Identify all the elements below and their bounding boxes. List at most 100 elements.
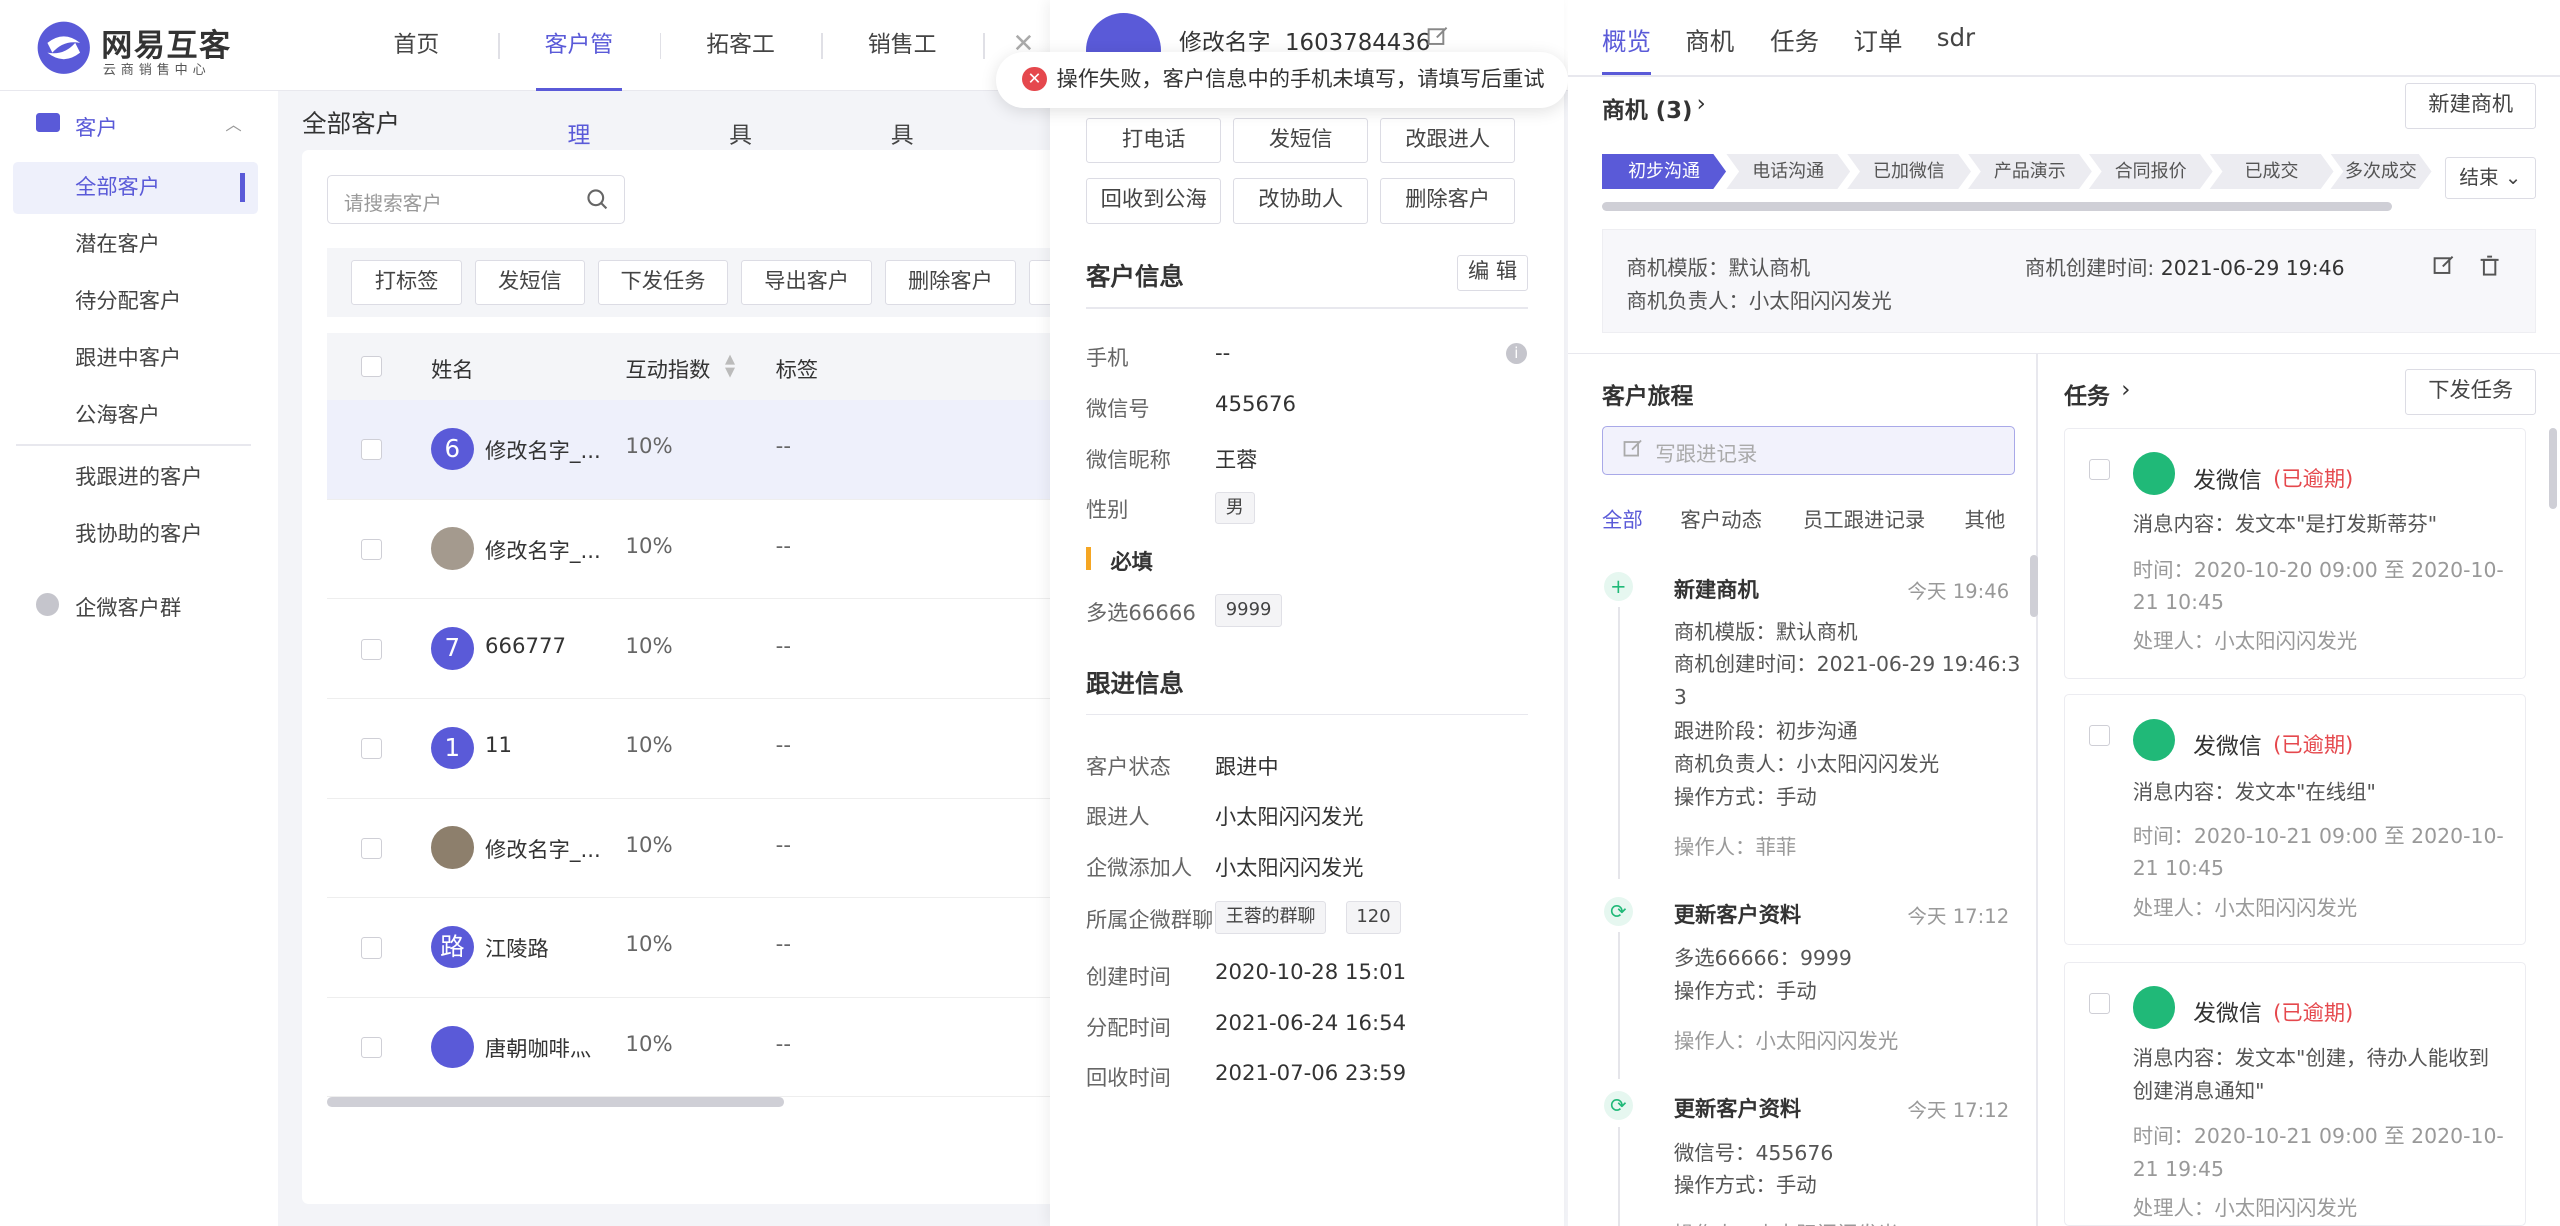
logo[interactable]: 网易互客 云商销售中心 bbox=[36, 16, 248, 78]
stage-demo[interactable]: 产品演示 bbox=[1968, 154, 2092, 190]
nav-home[interactable]: 首页 bbox=[376, 0, 458, 91]
delete-customer-button[interactable]: 删除客户 bbox=[1379, 177, 1516, 224]
task-checkbox[interactable] bbox=[2088, 458, 2110, 481]
row-checkbox[interactable] bbox=[360, 937, 383, 959]
nav-separator bbox=[659, 32, 662, 59]
search-input[interactable]: 请搜索客户 bbox=[326, 174, 626, 224]
column-interaction[interactable]: 互动指数 bbox=[625, 353, 710, 384]
error-icon: ✕ bbox=[1022, 66, 1047, 92]
logo-icon bbox=[37, 21, 90, 74]
stage-repeat[interactable]: 多次成交 bbox=[2330, 154, 2431, 190]
delete-button[interactable]: 删除客户 bbox=[885, 259, 1016, 306]
nav-prospecting-tools[interactable]: 拓客工具 bbox=[696, 0, 786, 149]
timeline-line-text: 多选66666：9999 bbox=[1673, 946, 1852, 971]
timeline-line-text: 跟进阶段：初步沟通 bbox=[1673, 719, 1858, 744]
sidebar-item-potential[interactable]: 潜在客户 bbox=[13, 219, 258, 271]
call-button[interactable]: 打电话 bbox=[1085, 117, 1222, 164]
nav-sales-tools[interactable]: 销售工具 bbox=[857, 0, 947, 149]
stage-wechat[interactable]: 已加微信 bbox=[1847, 154, 1971, 190]
stage-scrollbar[interactable] bbox=[1601, 202, 2393, 211]
search-icon[interactable] bbox=[586, 188, 609, 211]
horizontal-scrollbar[interactable] bbox=[326, 1097, 784, 1108]
chevron-right-icon[interactable]: › bbox=[2121, 377, 2130, 403]
change-assistant-button[interactable]: 改协助人 bbox=[1232, 177, 1369, 224]
avatar: 6 bbox=[431, 427, 474, 471]
filter-other[interactable]: 其他 bbox=[1964, 503, 2005, 533]
write-followup-input[interactable]: 写跟进记录 bbox=[1601, 426, 2016, 476]
change-owner-button[interactable]: 改跟进人 bbox=[1379, 117, 1516, 164]
timeline-operator: 操作人：菲菲 bbox=[1673, 834, 1797, 859]
edit-name-icon[interactable] bbox=[1427, 26, 1448, 47]
chevron-right-icon[interactable]: › bbox=[1697, 91, 1706, 117]
edit-icon[interactable] bbox=[2433, 255, 2454, 276]
customer-name[interactable]: 666777 bbox=[485, 634, 566, 659]
stage-initial[interactable]: 初步沟通 bbox=[1602, 154, 1726, 190]
journey-scrollbar[interactable] bbox=[2029, 555, 2038, 618]
customer-name[interactable]: 唐朝咖啡灬 bbox=[485, 1032, 591, 1063]
tab-tasks[interactable]: 任务 bbox=[1770, 23, 1819, 58]
new-opportunity-button[interactable]: 新建商机 bbox=[2405, 83, 2537, 129]
stage-phone[interactable]: 电话沟通 bbox=[1726, 154, 1850, 190]
overdue-badge: (已逾期) bbox=[2273, 467, 2354, 493]
sidebar-item-following[interactable]: 跟进中客户 bbox=[13, 333, 258, 385]
field-label: 所属企微群聊 bbox=[1085, 908, 1214, 934]
tab-overview[interactable]: 概览 bbox=[1602, 23, 1651, 58]
trash-icon[interactable] bbox=[2479, 255, 2500, 276]
row-checkbox[interactable] bbox=[360, 738, 383, 760]
detail-sms-button[interactable]: 发短信 bbox=[1232, 117, 1369, 164]
nav-customer-management[interactable]: 客户管理 bbox=[535, 0, 623, 149]
tag-button[interactable]: 打标签 bbox=[351, 259, 463, 306]
row-checkbox[interactable] bbox=[360, 538, 383, 561]
sidebar-group-customers[interactable]: 客户 bbox=[75, 111, 304, 147]
field-value: 王蓉 bbox=[1214, 447, 1258, 473]
end-dropdown[interactable]: 结束 ⌄ bbox=[2444, 156, 2537, 200]
column-tags: 标签 bbox=[775, 357, 819, 383]
filter-all[interactable]: 全部 bbox=[1602, 503, 1643, 533]
row-checkbox[interactable] bbox=[360, 638, 383, 660]
task-checkbox[interactable] bbox=[2088, 725, 2110, 747]
sidebar-group-wecom[interactable]: 企微客户群 bbox=[75, 591, 181, 622]
field-label: 多选66666 bbox=[1085, 601, 1196, 627]
filter-staff-followup[interactable]: 员工跟进记录 bbox=[1803, 503, 1925, 533]
tasks-scrollbar[interactable] bbox=[2549, 427, 2558, 510]
filter-customer-activity[interactable]: 客户动态 bbox=[1680, 503, 1762, 533]
new-task-button[interactable]: 下发任务 bbox=[2405, 369, 2537, 415]
customer-name[interactable]: 修改名字_... bbox=[485, 833, 601, 864]
opportunities-title[interactable]: 商机 (3) bbox=[1602, 91, 1692, 125]
row-checkbox[interactable] bbox=[360, 439, 383, 461]
recycle-button[interactable]: 回收到公海 bbox=[1085, 177, 1222, 224]
info-icon[interactable]: i bbox=[1505, 342, 1527, 365]
row-checkbox[interactable] bbox=[360, 837, 383, 859]
sidebar-item-my-assisted[interactable]: 我协助的客户 bbox=[13, 509, 258, 561]
assign-task-button[interactable]: 下发任务 bbox=[597, 259, 729, 306]
sidebar-item-all-customers[interactable]: 全部客户 bbox=[13, 161, 258, 214]
task-time: 时间：2020-10-21 09:00 至 2020-10- bbox=[2132, 823, 2504, 848]
task-checkbox[interactable] bbox=[2088, 992, 2110, 1015]
timeline-line bbox=[1618, 607, 1620, 879]
customer-name[interactable]: 修改名字_... bbox=[485, 534, 601, 565]
sidebar-item-my-followed[interactable]: 我跟进的客户 bbox=[13, 452, 258, 504]
tasks-title[interactable]: 任务 bbox=[2064, 377, 2110, 411]
row-checkbox[interactable] bbox=[360, 1036, 383, 1059]
export-button[interactable]: 导出客户 bbox=[741, 259, 872, 306]
customer-name[interactable]: 修改名字_... bbox=[485, 434, 601, 465]
sidebar-item-public-pool[interactable]: 公海客户 bbox=[13, 390, 258, 442]
customer-name[interactable]: 江陵路 bbox=[485, 932, 549, 963]
chevron-up-icon[interactable]: ︿ bbox=[225, 111, 241, 135]
edit-info-button[interactable]: 编 辑 bbox=[1456, 254, 1529, 291]
task-content: 消息内容：发文本"在线组" bbox=[2132, 779, 2376, 804]
field-value: 小太阳闪闪发光 bbox=[1214, 805, 1364, 831]
tab-opportunities[interactable]: 商机 bbox=[1685, 23, 1734, 58]
stage-closed[interactable]: 已成交 bbox=[2209, 154, 2333, 190]
tab-orders[interactable]: 订单 bbox=[1853, 23, 1902, 58]
sidebar-item-to-assign[interactable]: 待分配客户 bbox=[13, 276, 258, 328]
select-all-checkbox[interactable] bbox=[360, 355, 383, 378]
customer-name[interactable]: 11 bbox=[485, 733, 512, 758]
timeline-title: 更新客户资料 bbox=[1673, 1097, 1802, 1123]
customer-card-icon bbox=[35, 112, 61, 133]
avatar bbox=[431, 1025, 474, 1068]
sms-button[interactable]: 发短信 bbox=[475, 259, 585, 306]
stage-quote[interactable]: 合同报价 bbox=[2089, 154, 2213, 190]
sort-icon[interactable]: ▲ ▼ bbox=[725, 353, 735, 379]
tab-sdr[interactable]: sdr bbox=[1937, 23, 1975, 52]
